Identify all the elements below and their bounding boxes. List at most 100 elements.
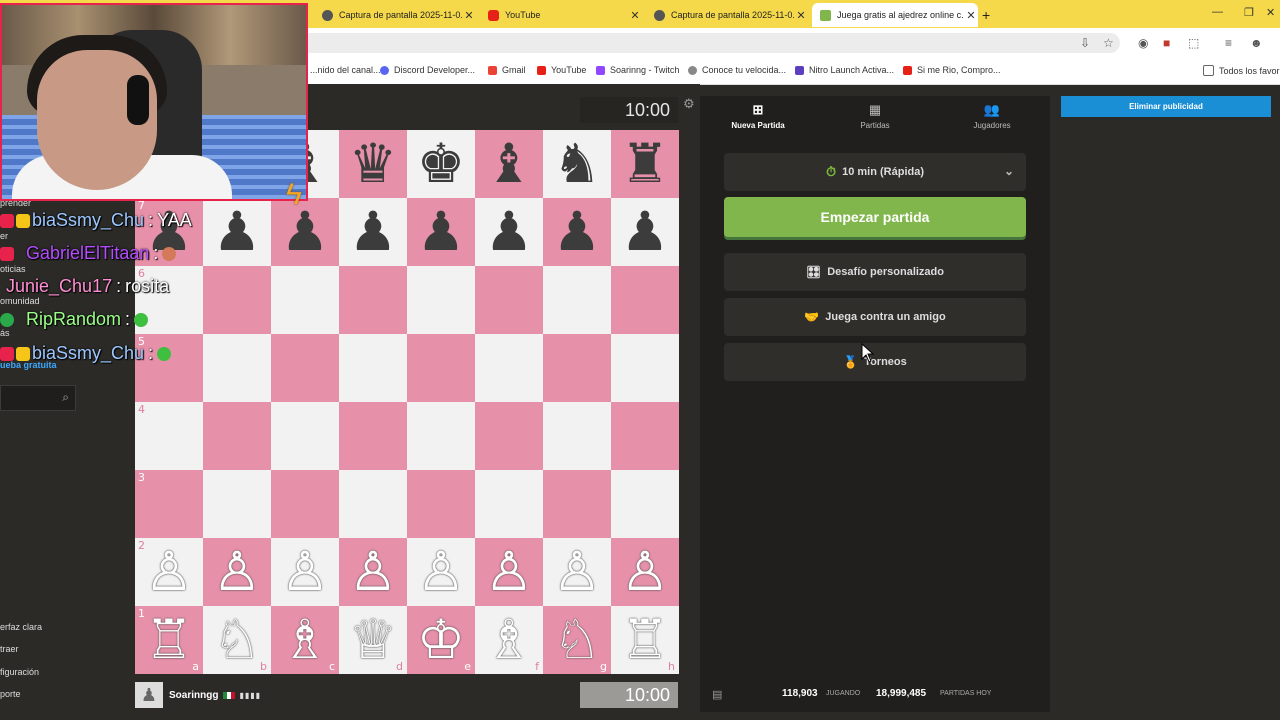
bookmark-item[interactable]: Soarinng - Twitch xyxy=(596,65,679,75)
board-square[interactable] xyxy=(611,334,679,402)
board-square[interactable] xyxy=(339,266,407,334)
board-square[interactable] xyxy=(407,402,475,470)
chess-piece[interactable]: ♟ xyxy=(485,205,533,259)
bookmark-item[interactable]: Si me Rio, Compro... xyxy=(903,65,1001,75)
chess-piece[interactable]: ♙ xyxy=(281,545,329,599)
chess-piece[interactable]: ♟ xyxy=(621,205,669,259)
close-tab-icon[interactable]: ✕ xyxy=(964,9,978,22)
bookmark-item[interactable]: ...nido del canal... xyxy=(310,65,381,75)
board-square[interactable]: ♙ xyxy=(203,538,271,606)
board-square[interactable] xyxy=(407,266,475,334)
time-control-select[interactable]: ⏱ 10 min (Rápida) ⌄ xyxy=(724,153,1026,191)
bookmark-item[interactable]: Conoce tu velocida... xyxy=(688,65,786,75)
chess-piece[interactable]: ♙ xyxy=(553,545,601,599)
install-icon[interactable]: ⇩ xyxy=(1080,36,1090,50)
board-square[interactable] xyxy=(271,470,339,538)
board-square[interactable]: g ♘ xyxy=(543,606,611,674)
custom-challenge-button[interactable]: 🎛 Desafío personalizado xyxy=(724,253,1026,291)
board-square[interactable] xyxy=(543,266,611,334)
chess-piece[interactable]: ♘ xyxy=(553,613,601,667)
close-tab-icon[interactable]: ✕ xyxy=(794,9,808,22)
board-square[interactable]: ♙ xyxy=(407,538,475,606)
board-square[interactable] xyxy=(339,470,407,538)
board-square[interactable] xyxy=(203,266,271,334)
board-square[interactable] xyxy=(203,334,271,402)
chess-piece[interactable]: ♟ xyxy=(417,205,465,259)
board-square[interactable]: b ♘ xyxy=(203,606,271,674)
chess-piece[interactable]: ♙ xyxy=(349,545,397,599)
chess-piece[interactable]: ♟ xyxy=(281,205,329,259)
board-square[interactable] xyxy=(339,402,407,470)
chess-piece[interactable]: ♚ xyxy=(417,137,465,191)
bookmark-item[interactable]: Gmail xyxy=(488,65,526,75)
chess-piece[interactable]: ♝ xyxy=(485,137,533,191)
board-square[interactable]: 4 xyxy=(135,402,203,470)
board-square[interactable]: ♞ xyxy=(543,130,611,198)
new-tab-button[interactable]: + xyxy=(982,3,1002,27)
sidebar-item[interactable]: traer xyxy=(0,644,19,654)
chess-piece[interactable]: ♔ xyxy=(417,613,465,667)
chess-piece[interactable]: ♗ xyxy=(281,613,329,667)
board-square[interactable]: ♟ xyxy=(407,198,475,266)
board-square[interactable]: ♝ xyxy=(475,130,543,198)
board-square[interactable]: e ♔ xyxy=(407,606,475,674)
tournaments-button[interactable]: 🏅 Torneos xyxy=(724,343,1026,381)
board-square[interactable]: ♙ xyxy=(475,538,543,606)
extension-pdf-icon[interactable]: ■ xyxy=(1163,36,1170,50)
board-square[interactable] xyxy=(543,402,611,470)
bookmark-item[interactable]: YouTube xyxy=(537,65,586,75)
chess-piece[interactable]: ♛ xyxy=(349,137,397,191)
board-square[interactable]: ♟ xyxy=(543,198,611,266)
chess-piece[interactable]: ♟ xyxy=(553,205,601,259)
close-window-icon[interactable]: ✕ xyxy=(1266,6,1275,19)
chess-piece[interactable]: ♜ xyxy=(621,137,669,191)
board-square[interactable] xyxy=(407,470,475,538)
chess-piece[interactable]: ♙ xyxy=(621,545,669,599)
chess-piece[interactable]: ♙ xyxy=(485,545,533,599)
url-field[interactable] xyxy=(300,33,1120,53)
profile-avatar-icon[interactable]: ☻ xyxy=(1250,36,1263,50)
chess-piece[interactable]: ♙ xyxy=(145,545,193,599)
board-square[interactable] xyxy=(271,334,339,402)
chess-piece[interactable]: ♖ xyxy=(145,613,193,667)
chess-piece[interactable]: ♙ xyxy=(417,545,465,599)
sidebar-item[interactable]: er xyxy=(0,231,8,241)
chessboard[interactable]: ♜♞♝♛♚♝♞♜7♟♟♟♟♟♟♟♟65432♙♙♙♙♙♙♙♙1a♖b♘c♗d♕e… xyxy=(135,130,679,674)
tab-new-game[interactable]: ⊞ Nueva Partida xyxy=(700,96,816,140)
play-friend-button[interactable]: 🤝 Juega contra un amigo xyxy=(724,298,1026,336)
board-square[interactable]: h ♖ xyxy=(611,606,679,674)
board-square[interactable] xyxy=(475,266,543,334)
chess-piece[interactable]: ♟ xyxy=(349,205,397,259)
chat-icon[interactable]: ▤ xyxy=(712,688,722,701)
board-square[interactable] xyxy=(611,402,679,470)
board-square[interactable] xyxy=(611,470,679,538)
board-square[interactable]: ♙ xyxy=(611,538,679,606)
browser-tab[interactable]: Captura de pantalla 2025-11-0... ✕ xyxy=(646,3,808,27)
player-name[interactable]: Soarinngg xyxy=(169,690,218,701)
board-square[interactable]: ♚ xyxy=(407,130,475,198)
start-game-button[interactable]: Empezar partida xyxy=(724,197,1026,237)
close-tab-icon[interactable]: ✕ xyxy=(628,9,642,22)
board-square[interactable]: ♟ xyxy=(611,198,679,266)
chess-piece[interactable]: ♕ xyxy=(349,613,397,667)
bookmark-item[interactable]: Nitro Launch Activa... xyxy=(795,65,894,75)
minimize-icon[interactable]: — xyxy=(1212,6,1223,18)
board-square[interactable]: 3 xyxy=(135,470,203,538)
sidebar-item[interactable]: erfaz clara xyxy=(0,622,42,632)
board-square[interactable]: 1 a ♖ xyxy=(135,606,203,674)
browser-tab-active[interactable]: Juega gratis al ajedrez online c... ✕ xyxy=(812,3,978,27)
chess-piece[interactable]: ♗ xyxy=(485,613,533,667)
tab-games[interactable]: ▦ Partidas xyxy=(817,96,933,140)
board-square[interactable]: c ♗ xyxy=(271,606,339,674)
chess-piece[interactable]: ♘ xyxy=(213,613,261,667)
board-square[interactable]: ♙ xyxy=(543,538,611,606)
board-square[interactable] xyxy=(271,266,339,334)
board-square[interactable] xyxy=(475,470,543,538)
board-square[interactable] xyxy=(203,470,271,538)
tab-players[interactable]: 👥 Jugadores xyxy=(934,96,1050,140)
board-square[interactable]: ♙ xyxy=(339,538,407,606)
board-square[interactable] xyxy=(475,334,543,402)
board-square[interactable]: d ♕ xyxy=(339,606,407,674)
board-square[interactable]: ♟ xyxy=(203,198,271,266)
board-settings-gear-icon[interactable]: ⚙ xyxy=(683,96,695,112)
